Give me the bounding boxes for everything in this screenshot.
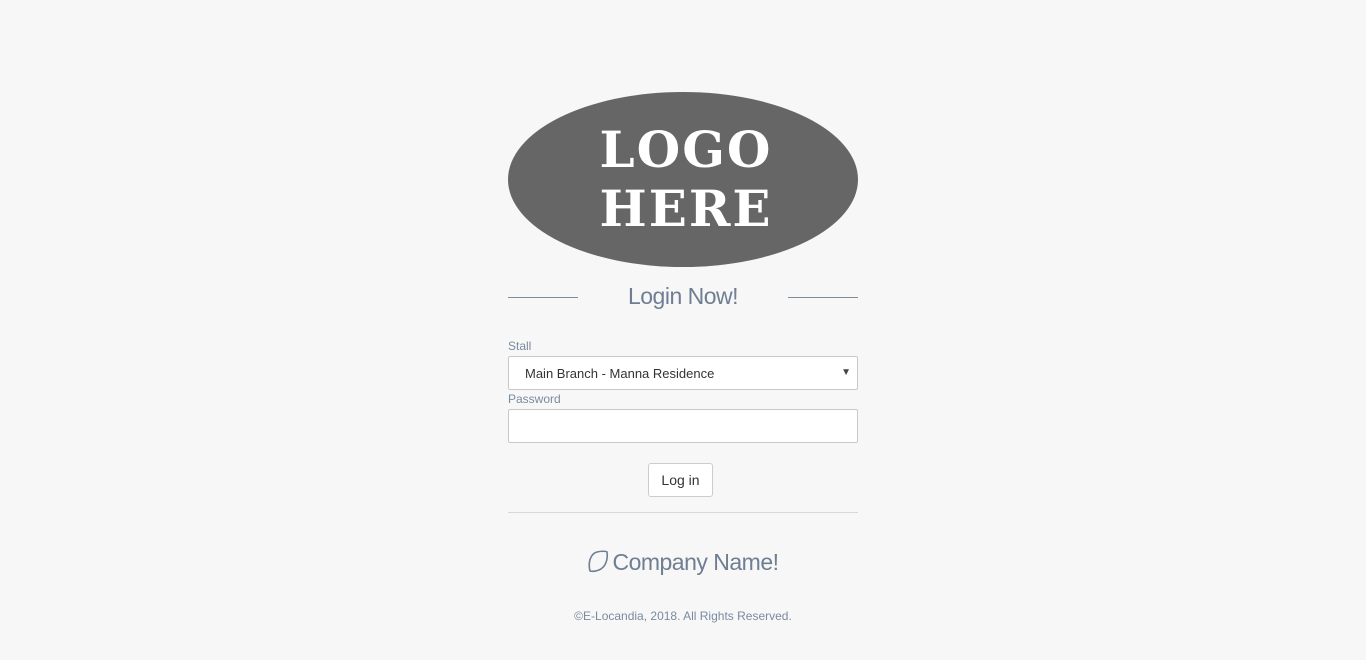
footer-divider [508, 512, 858, 513]
password-label: Password [508, 392, 561, 406]
copyright-text: ©E-Locandia, 2018. All Rights Reserved. [574, 609, 792, 623]
stall-select[interactable]: Main Branch - Manna Residence ▼ [508, 356, 858, 390]
login-button[interactable]: Log in [648, 463, 713, 497]
logo-text-line1: LOGO [600, 120, 773, 179]
stall-label: Stall [508, 339, 532, 353]
login-heading-row: Login Now! [508, 283, 858, 313]
leaf-icon [587, 549, 609, 579]
password-input[interactable] [508, 409, 858, 443]
company-name-text: Company Name! [612, 549, 779, 575]
stall-select-value: Main Branch - Manna Residence [525, 366, 715, 381]
heading-divider-right [788, 297, 858, 298]
caret-down-icon: ▼ [841, 367, 851, 378]
logo-image: LOGO HERE [508, 92, 858, 267]
company-name: Company Name! [508, 549, 858, 579]
logo: LOGO HERE [508, 92, 858, 267]
logo-text-line2: HERE [599, 179, 772, 238]
